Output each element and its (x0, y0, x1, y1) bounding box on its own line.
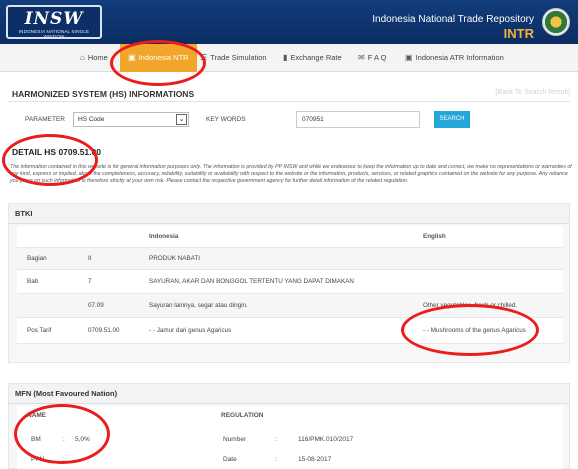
mfn-name: PPN (31, 456, 45, 463)
list-icon: ☰ (200, 53, 208, 62)
btki-header-row: Indonesia English (17, 226, 563, 248)
search-button[interactable]: SEARCH (434, 111, 470, 128)
repository-title: Indonesia National Trade Repository (372, 14, 534, 25)
row-code: 07.09 (88, 302, 104, 309)
parameter-select-value: HS Code (78, 116, 105, 123)
row-label: Pos Tarif (27, 327, 52, 334)
parameter-label: PARAMETER (25, 116, 65, 123)
row-indonesia: - - Jamur dari genus Agaricus (149, 327, 232, 334)
mfn-reg-sep: : (275, 456, 277, 463)
table-row: Bab 7 SAYURAN, AKAR DAN BONGGOL TERTENTU… (17, 270, 563, 294)
row-english: Other vegetables, fresh or chilled. (423, 302, 518, 309)
bar-chart-icon: ▮ (283, 53, 288, 62)
row-code: 0709.51.00 (88, 327, 120, 334)
document-icon: ▣ (128, 53, 136, 62)
mfn-col-name: NAME (27, 412, 47, 419)
table-row: Bagian II PRODUK NABATI (17, 248, 563, 270)
col-indonesia: Indonesia (149, 233, 179, 240)
nav-indonesia-ntr[interactable]: ▣ Indonesia NTR (120, 44, 197, 72)
mfn-sep: : (63, 456, 65, 463)
detail-hs-title: DETAIL HS 0709.51.00 (12, 147, 101, 157)
nav-home-label: Home (87, 53, 108, 62)
mfn-reg-label: Date (223, 456, 237, 463)
row-indonesia: PRODUK NABATI (149, 255, 200, 262)
site-header: INSW INDONESIA NATIONAL SINGLE WINDOW In… (0, 0, 578, 44)
home-icon: ⌂ (80, 53, 85, 62)
col-english: English (423, 233, 446, 240)
nav-trade-simulation[interactable]: ☰ Trade Simulation (200, 44, 267, 72)
mfn-name: BM (31, 436, 41, 443)
mfn-reg-label: Number (223, 436, 247, 443)
mfn-value: 5,0% (75, 436, 90, 443)
table-row: Pos Tarif 0709.51.00 - - Jamur dari genu… (17, 318, 563, 344)
row-code: II (88, 255, 92, 262)
chevron-down-icon[interactable]: ⌄ (176, 114, 187, 125)
mfn-reg-sep: : (275, 436, 277, 443)
nav-home[interactable]: ⌂ Home (80, 44, 108, 72)
hs-section-title: HARMONIZED SYSTEM (HS) INFORMATIONS (12, 89, 195, 99)
disclaimer-text: The information contained in this websit… (10, 164, 572, 184)
section-divider (8, 101, 570, 102)
garuda-emblem-icon (542, 8, 570, 36)
btki-panel: BTKI Indonesia English Bagian II PRODUK … (8, 203, 570, 363)
logo-text: INSW (24, 9, 84, 29)
keywords-label: KEY WORDS (206, 116, 246, 123)
insw-logo[interactable]: INSW INDONESIA NATIONAL SINGLE WINDOW (6, 5, 102, 39)
nav-indonesia-atr[interactable]: ▣ Indonesia ATR Information (405, 44, 504, 72)
main-nav: ⌂ Home ▣ Indonesia NTR ☰ Trade Simulation ▮… (0, 44, 578, 72)
mfn-body: NAME REGULATION BM : 5,0% Number : 116/P… (17, 406, 563, 469)
intr-label: INTR (503, 26, 534, 41)
nav-faq-label: F A Q (367, 53, 387, 62)
envelope-icon: ✉ (358, 53, 365, 62)
row-label: Bagian (27, 255, 47, 262)
row-english: - - Mushrooms of the genus Agaricus (423, 327, 526, 334)
back-to-search-link[interactable]: [Back To Search Result] (495, 89, 570, 96)
mfn-reg-value: 116/PMK.010/2017 (298, 436, 354, 443)
mfn-col-regulation: REGULATION (221, 412, 264, 419)
row-label: Bab (27, 278, 39, 285)
mfn-reg-value: 15-08-2017 (298, 456, 332, 463)
nav-indonesia-atr-label: Indonesia ATR Information (415, 53, 504, 62)
mfn-title: MFN (Most Favoured Nation) (9, 384, 569, 404)
nav-indonesia-ntr-label: Indonesia NTR (138, 53, 189, 62)
row-indonesia: Sayuran lainnya, segar atau dingin. (149, 302, 248, 309)
logo-subtitle: INDONESIA NATIONAL SINGLE WINDOW (18, 29, 90, 39)
parameter-select[interactable]: HS Code ⌄ (73, 112, 189, 127)
nav-trade-simulation-label: Trade Simulation (210, 53, 267, 62)
mfn-sep: : (63, 436, 65, 443)
nav-exchange-rate[interactable]: ▮ Exchange Rate (283, 44, 342, 72)
mfn-panel: MFN (Most Favoured Nation) NAME REGULATI… (8, 383, 570, 469)
keywords-input[interactable]: 070951 (296, 111, 420, 128)
nav-exchange-rate-label: Exchange Rate (290, 53, 342, 62)
nav-faq[interactable]: ✉ F A Q (358, 44, 386, 72)
row-code: 7 (88, 278, 92, 285)
row-indonesia: SAYURAN, AKAR DAN BONGGOL TERTENTU YANG … (149, 278, 354, 285)
table-row: 07.09 Sayuran lainnya, segar atau dingin… (17, 294, 563, 318)
document-icon: ▣ (405, 53, 413, 62)
btki-title: BTKI (9, 204, 569, 224)
